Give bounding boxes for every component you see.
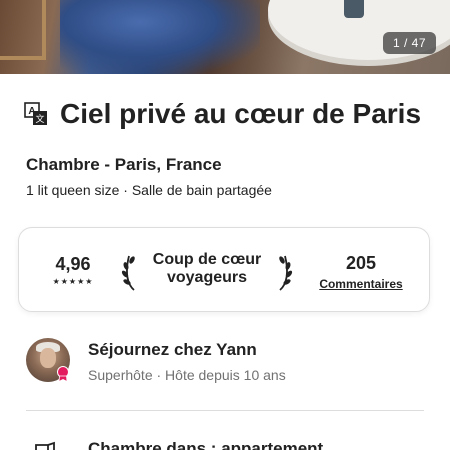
host-row[interactable]: Séjournez chez Yann Superhôte · Hôte dep… <box>26 338 426 388</box>
photo-shelf-detail <box>0 0 46 60</box>
guest-favorite-label: Coup de cœur voyageurs <box>143 251 271 287</box>
listing-subtitle: Chambre - Paris, France <box>26 155 222 174</box>
photo-counter: 1 / 47 <box>382 32 436 54</box>
laurel-left-icon <box>121 255 135 291</box>
rating-block: 4,96 ★★★★★ <box>43 254 103 286</box>
superhost-badge-icon <box>57 366 69 382</box>
room-type-text: Chambre dans : appartement <box>88 439 324 450</box>
translate-icon[interactable]: A 文 <box>24 102 48 126</box>
photo-sofa-detail <box>60 0 260 74</box>
rating-value: 4,96 <box>55 254 91 274</box>
host-subtitle: Superhôte · Hôte depuis 10 ans <box>88 367 286 383</box>
guest-favorite-card: 4,96 ★★★★★ Coup de cœur voyageurs 205 Co… <box>18 227 430 312</box>
photo-vase-detail <box>344 0 364 18</box>
avatar-face <box>40 348 56 368</box>
door-icon <box>35 441 55 450</box>
reviews-count: 205 <box>345 253 377 273</box>
rating-stars: ★★★★★ <box>52 277 94 286</box>
host-name: Séjournez chez Yann <box>88 340 257 359</box>
section-divider <box>26 410 424 411</box>
room-type-row: Chambre dans : appartement <box>34 437 434 450</box>
reviews-link[interactable]: Commentaires <box>309 277 413 291</box>
listing-title: Ciel privé au cœur de Paris <box>60 98 422 129</box>
guest-favorite-line1: Coup de cœur <box>152 251 262 268</box>
reviews-block[interactable]: 205 Commentaires <box>309 253 413 291</box>
svg-text:文: 文 <box>35 113 44 125</box>
guest-favorite-line2: voyageurs <box>166 269 248 286</box>
listing-details: 1 lit queen size · Salle de bain partagé… <box>26 182 272 198</box>
listing-photo-carousel[interactable]: 1 / 47 <box>0 0 450 74</box>
laurel-right-icon <box>279 255 293 291</box>
listing-title-row: A 文 Ciel privé au cœur de Paris <box>24 98 421 130</box>
